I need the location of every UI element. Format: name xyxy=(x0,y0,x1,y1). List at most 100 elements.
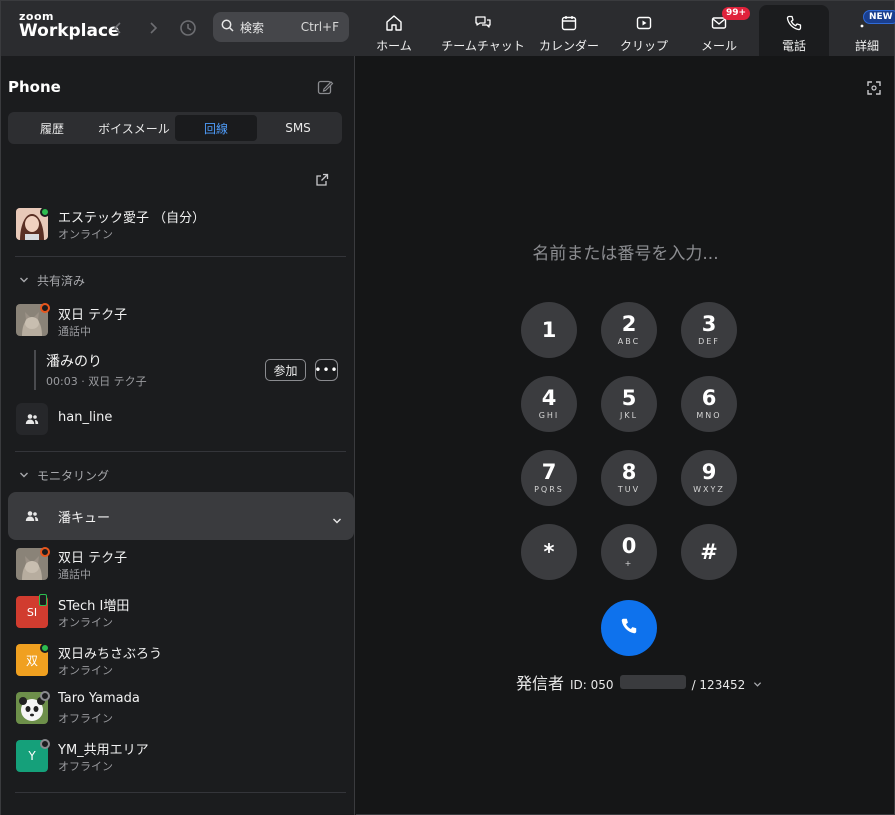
dial-key-hash[interactable]: # xyxy=(681,524,737,580)
monitored-member-row[interactable]: 双 双日みちさぶろう オンライン xyxy=(1,642,354,678)
dial-key-digit: 7 xyxy=(541,460,557,484)
calendar-icon xyxy=(559,13,579,33)
online-status-dot xyxy=(40,207,50,217)
join-call-button[interactable]: 参加 xyxy=(265,359,306,381)
divider xyxy=(15,451,346,452)
monitored-member-row[interactable]: Y YM_共用エリア オフライン xyxy=(1,738,354,774)
chat-icon xyxy=(473,13,493,33)
dial-key-0[interactable]: 0 + xyxy=(601,524,657,580)
call-indent-line xyxy=(34,350,36,390)
dial-key-9[interactable]: 9 WXYZ xyxy=(681,450,737,506)
call-button[interactable] xyxy=(601,600,657,656)
dial-key-4[interactable]: 4 GHI xyxy=(521,376,577,432)
dial-key-star[interactable]: * xyxy=(521,524,577,580)
tab-phone[interactable]: 電話 xyxy=(759,5,829,57)
busy-status-dot xyxy=(40,303,50,313)
chevron-down-icon[interactable] xyxy=(332,511,342,530)
call-detail: 00:03 · 双日 テク子 xyxy=(46,375,147,388)
tab-team-chat[interactable]: チームチャット xyxy=(441,5,525,57)
dial-key-digit: 9 xyxy=(701,460,717,484)
caller-label: 発信者 xyxy=(516,674,565,693)
back-arrow-icon[interactable] xyxy=(107,17,129,39)
open-external-icon[interactable] xyxy=(315,172,329,191)
dial-key-digit: 4 xyxy=(541,386,557,410)
dial-key-1[interactable]: 1 xyxy=(521,302,577,358)
monitored-member-row[interactable]: 双日 テク子 通話中 xyxy=(1,546,354,582)
tab-home[interactable]: ホーム xyxy=(363,5,425,57)
caller-id-prefix: ID: 050 xyxy=(570,678,614,692)
dial-key-digit: 2 xyxy=(621,312,637,336)
divider xyxy=(15,792,346,793)
home-icon xyxy=(384,13,404,33)
contact-name: 双日みちさぶろう xyxy=(58,647,163,662)
search-box[interactable]: 検索 Ctrl+F xyxy=(213,12,349,42)
shared-section-header[interactable]: 共有済み xyxy=(19,272,85,289)
shared-group-row[interactable]: han_line xyxy=(1,402,354,436)
contact-name: エステック愛子 （自分） xyxy=(58,211,206,226)
contact-name: YM_共用エリア xyxy=(58,743,149,758)
contact-status: オフライン xyxy=(58,760,113,773)
segment-lines[interactable]: 回線 xyxy=(175,115,257,141)
contact-status: 通話中 xyxy=(58,568,91,581)
tab-clips[interactable]: クリップ xyxy=(615,5,673,57)
history-icon[interactable] xyxy=(177,17,199,39)
phone-icon xyxy=(784,13,804,33)
search-label: 検索 xyxy=(240,20,265,35)
monitored-member-row[interactable]: SI STech I増田 オンライン xyxy=(1,594,354,630)
tab-label: 電話 xyxy=(781,39,806,53)
contact-name: 双日 テク子 xyxy=(58,551,128,566)
dial-key-digit: 8 xyxy=(621,460,637,484)
dial-key-digit: 1 xyxy=(541,318,557,342)
contact-name: STech I増田 xyxy=(58,599,130,614)
mail-unread-badge: 99+ xyxy=(722,7,751,20)
monitored-member-row[interactable]: Taro Yamada オフライン xyxy=(1,690,354,726)
dial-key-letters: ABC xyxy=(617,337,641,346)
self-line[interactable]: エステック愛子 （自分） オンライン xyxy=(1,206,354,242)
tab-label: クリップ xyxy=(619,39,668,53)
dial-key-5[interactable]: 5 JKL xyxy=(601,376,657,432)
dial-key-letters: MNO xyxy=(696,411,722,420)
redacted-number xyxy=(619,675,686,689)
contact-status: オンライン xyxy=(58,228,113,241)
busy-status-dot xyxy=(40,547,50,557)
caller-id-selector[interactable]: 発信者 ID: 050 / 123452 xyxy=(516,670,762,694)
contact-name: Taro Yamada xyxy=(58,691,140,706)
dial-key-3[interactable]: 3 DEF xyxy=(681,302,737,358)
contact-status: 通話中 xyxy=(58,325,91,338)
more-options-button[interactable]: ••• xyxy=(314,359,338,381)
segment-history[interactable]: 履歴 xyxy=(11,115,93,141)
compose-icon[interactable] xyxy=(317,79,334,100)
contact-status: オンライン xyxy=(58,664,113,677)
offline-status-dot xyxy=(40,739,50,749)
dial-key-digit: 6 xyxy=(701,386,717,410)
tab-label: 詳細 xyxy=(854,39,879,53)
section-label: モニタリング xyxy=(37,469,110,483)
online-status-dot xyxy=(40,643,50,653)
phone-sidebar: Phone 履歴 ボイスメール 回線 SMS エステック愛子 （自分） オンライ… xyxy=(0,56,355,815)
section-label: 共有済み xyxy=(37,274,86,288)
tab-calendar[interactable]: カレンダー xyxy=(537,5,601,57)
dial-key-8[interactable]: 8 TUV xyxy=(601,450,657,506)
caller-name: 潘みのり xyxy=(46,354,102,370)
dial-key-6[interactable]: 6 MNO xyxy=(681,376,737,432)
phone-icon xyxy=(619,616,639,640)
dial-input[interactable]: 名前または番号を入力... xyxy=(356,239,895,264)
caller-extension: / 123452 xyxy=(691,678,746,692)
segment-voicemail[interactable]: ボイスメール xyxy=(93,115,175,141)
monitoring-group-row[interactable]: 潘キュー xyxy=(8,492,354,540)
expand-icon[interactable] xyxy=(866,80,882,100)
shared-user-row[interactable]: 双日 テク子 通話中 xyxy=(1,302,354,338)
forward-arrow-icon[interactable] xyxy=(142,17,164,39)
monitoring-section-header[interactable]: モニタリング xyxy=(19,467,109,484)
dial-key-7[interactable]: 7 PQRS xyxy=(521,450,577,506)
dial-key-digit: 5 xyxy=(621,386,637,410)
mobile-status-icon xyxy=(39,594,47,606)
clip-icon xyxy=(634,13,654,33)
dial-key-digit: # xyxy=(700,540,718,564)
dial-key-2[interactable]: 2 ABC xyxy=(601,302,657,358)
group-name: han_line xyxy=(58,410,113,425)
segment-sms[interactable]: SMS xyxy=(257,115,339,141)
page-title: Phone xyxy=(8,78,61,96)
dial-key-letters: DEF xyxy=(698,337,720,346)
divider xyxy=(15,256,346,257)
